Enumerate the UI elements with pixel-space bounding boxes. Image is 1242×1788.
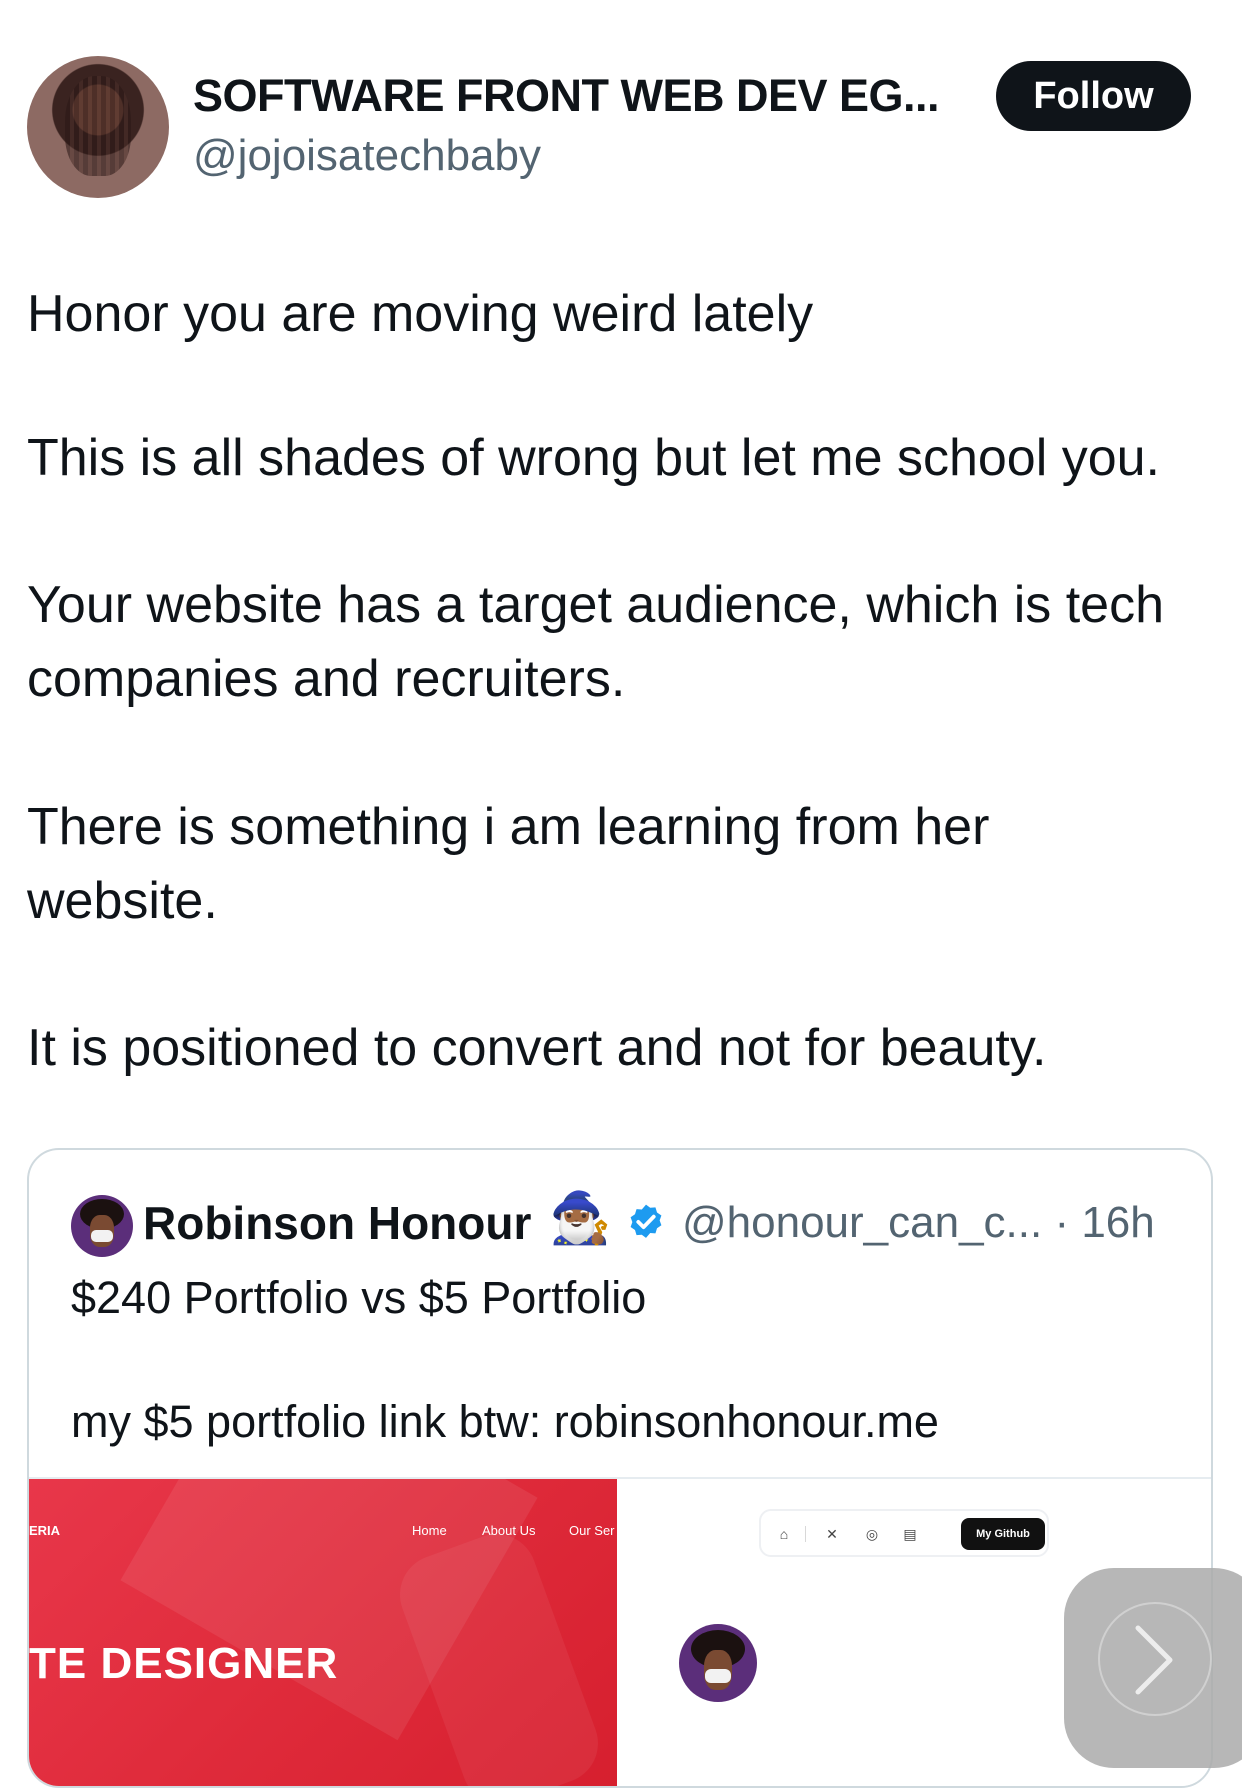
post-text-line: companies and recruiters. (27, 650, 626, 708)
media-nav-item: Home (412, 1523, 447, 1538)
home-icon: ⌂ (779, 1526, 789, 1542)
post-text-line: website. (27, 872, 218, 930)
post-text-line: There is something i am learning from he… (27, 798, 990, 856)
post-text-line: Honor you are moving weird lately (27, 285, 814, 343)
author-display-name[interactable]: SOFTWARE FRONT WEB DEV EG... (193, 70, 940, 122)
quoted-author-avatar[interactable] (71, 1195, 133, 1257)
media-nav-item: Our Ser (569, 1523, 615, 1538)
media-logo-text: ERIA (29, 1523, 61, 1538)
quoted-tweet-card[interactable]: Robinson Honour 🧙🏾‍♂️ @honour_can_c... ·… (27, 1148, 1213, 1788)
quoted-author-name[interactable]: Robinson Honour (143, 1196, 531, 1250)
wizard-emoji-icon: 🧙🏾‍♂️ (549, 1190, 612, 1246)
author-avatar[interactable] (27, 56, 169, 198)
post-text-line: This is all shades of wrong but let me s… (27, 429, 1161, 487)
post-text-line: It is positioned to convert and not for … (27, 1019, 1047, 1077)
post-text-line: Your website has a target audience, whic… (27, 576, 1164, 634)
quoted-text-line: my $5 portfolio link btw: robinsonhonour… (71, 1396, 939, 1447)
chevron-right-icon (1135, 1625, 1173, 1695)
quoted-handle-timestamp[interactable]: @honour_can_c... · 16h (682, 1198, 1155, 1248)
follow-button[interactable]: Follow (996, 61, 1191, 131)
instagram-icon: ◎ (865, 1526, 879, 1542)
media-image-expensive-portfolio[interactable]: ERIA Home About Us Our Ser TE DESIGNER (29, 1479, 617, 1786)
verified-badge-icon (630, 1204, 662, 1238)
media-nav-item: About Us (482, 1523, 536, 1538)
portfolio-avatar (679, 1624, 757, 1702)
portfolio-toolbar: ⌂ ✕ ◎ ▤ My Github (759, 1509, 1049, 1557)
x-icon: ✕ (826, 1526, 838, 1542)
quoted-text-line: $240 Portfolio vs $5 Portfolio (71, 1272, 647, 1323)
document-icon: ▤ (903, 1526, 917, 1542)
toolbar-separator (805, 1526, 806, 1542)
github-button: My Github (961, 1518, 1045, 1550)
media-hero-title: TE DESIGNER (29, 1639, 339, 1688)
author-handle[interactable]: @jojoisatechbaby (193, 131, 541, 181)
next-media-button[interactable] (1064, 1568, 1242, 1768)
